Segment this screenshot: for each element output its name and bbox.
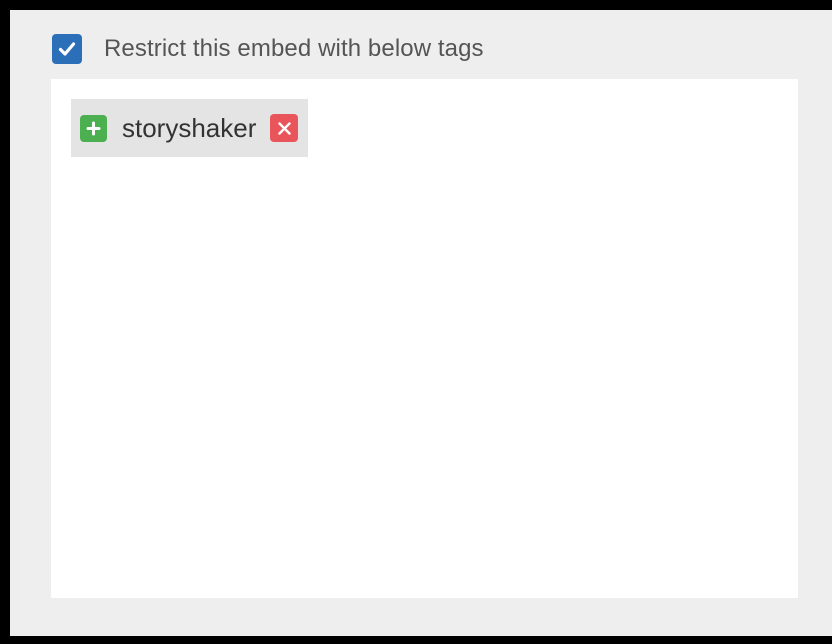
restrict-checkbox[interactable] xyxy=(52,34,82,64)
restrict-tags-panel: Restrict this embed with below tags stor… xyxy=(10,10,832,636)
tag-list[interactable]: storyshaker xyxy=(51,79,798,598)
restrict-label: Restrict this embed with below tags xyxy=(104,35,484,62)
tag-remove-button[interactable] xyxy=(270,114,299,142)
checkmark-icon xyxy=(58,42,76,56)
close-icon xyxy=(278,121,291,135)
restrict-option[interactable]: Restrict this embed with below tags xyxy=(52,33,484,65)
tag-label: storyshaker xyxy=(122,112,257,143)
tag-chip: storyshaker xyxy=(71,99,309,157)
plus-icon xyxy=(86,121,101,135)
tag-add-button[interactable] xyxy=(80,114,107,142)
